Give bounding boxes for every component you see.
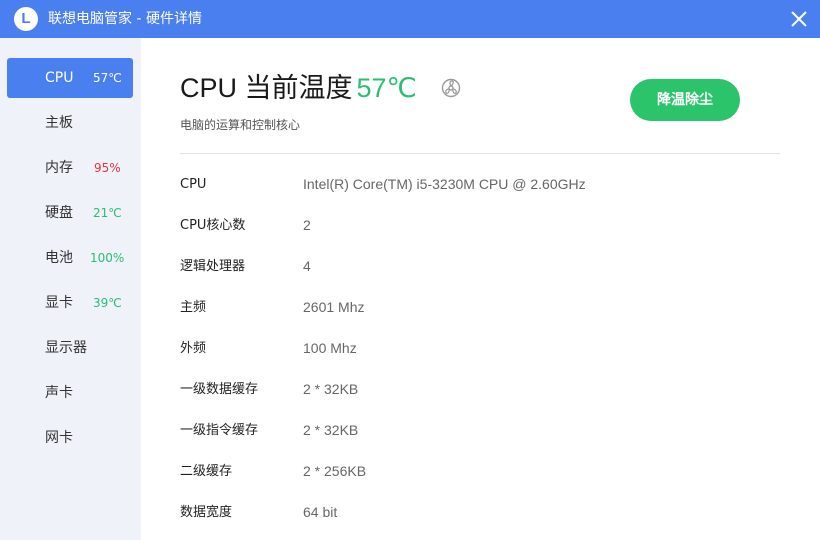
- detail-row-data-width: 数据宽度 64 bit: [180, 502, 740, 524]
- hardware-sidebar: CPU 57℃ 主板 内存 95% 硬盘 21℃ 电池 100% 显卡 39℃ …: [0, 38, 141, 540]
- cool-down-dust-button[interactable]: 降温除尘: [630, 79, 740, 121]
- detail-key: 一级指令缓存: [180, 423, 259, 438]
- page-subtitle: 电脑的运算和控制核心: [180, 118, 301, 132]
- sidebar-item-label: 电池: [45, 250, 73, 266]
- detail-value: 4: [303, 258, 311, 274]
- sidebar-item-memory[interactable]: 内存 95%: [7, 148, 133, 188]
- detail-row-base-frequency: 主频 2601 Mhz: [180, 297, 740, 319]
- sidebar-item-display[interactable]: 显示器: [7, 328, 133, 368]
- battery-level-badge: 100%: [90, 251, 125, 265]
- graphics-temperature-badge: 39℃: [93, 296, 122, 310]
- detail-key: 逻辑处理器: [180, 259, 246, 274]
- cpu-detail-panel: CPU 当前温度 57℃ 电脑的运算和控制核心 降温除尘 CPU Intel(R)…: [141, 38, 820, 540]
- close-icon[interactable]: [788, 8, 810, 30]
- detail-value: 64 bit: [303, 504, 338, 520]
- detail-key: 数据宽度: [180, 505, 233, 520]
- detail-value: 2 * 32KB: [303, 422, 359, 438]
- detail-row-l2-cache: 二级缓存 2 * 256KB: [180, 461, 740, 483]
- detail-row-core-count: CPU核心数 2: [180, 215, 740, 237]
- app-logo-icon: L: [14, 7, 38, 31]
- detail-value: 2601 Mhz: [303, 299, 365, 315]
- detail-row-l1-instruction-cache: 一级指令缓存 2 * 32KB: [180, 420, 740, 442]
- sidebar-item-label: 网卡: [45, 430, 73, 446]
- sidebar-item-motherboard[interactable]: 主板: [7, 103, 133, 143]
- divider: [180, 153, 780, 154]
- detail-key: CPU核心数: [180, 218, 246, 233]
- sidebar-item-label: 硬盘: [45, 205, 73, 221]
- detail-key: 一级数据缓存: [180, 382, 259, 397]
- detail-value: 2 * 256KB: [303, 463, 367, 479]
- detail-value: 2 * 32KB: [303, 381, 359, 397]
- sidebar-item-network-card[interactable]: 网卡: [7, 418, 133, 458]
- title-bar: L 联想电脑管家 - 硬件详情: [0, 0, 820, 38]
- sidebar-item-label: 显卡: [45, 295, 73, 311]
- detail-row-logical-processors: 逻辑处理器 4: [180, 256, 740, 278]
- cpu-temperature-badge: 57℃: [93, 71, 122, 85]
- app-logo-letter: L: [21, 10, 31, 27]
- sidebar-item-label: 主板: [45, 115, 73, 131]
- memory-usage-badge: 95%: [94, 161, 121, 175]
- sidebar-item-sound-card[interactable]: 声卡: [7, 373, 133, 413]
- page-title: CPU 当前温度 57℃: [180, 71, 417, 105]
- sidebar-item-label: 显示器: [45, 340, 87, 356]
- detail-key: 二级缓存: [180, 464, 233, 479]
- detail-value: Intel(R) Core(TM) i5-3230M CPU @ 2.60GHz: [303, 176, 586, 192]
- detail-row-external-frequency: 外频 100 Mhz: [180, 338, 740, 360]
- disk-temperature-badge: 21℃: [93, 206, 122, 220]
- sidebar-item-label: CPU: [45, 70, 74, 86]
- sidebar-item-label: 内存: [45, 160, 73, 176]
- sidebar-item-graphics[interactable]: 显卡 39℃: [7, 283, 133, 323]
- current-temperature: 57℃: [356, 73, 417, 103]
- detail-key: 主频: [180, 300, 207, 315]
- detail-key: 外频: [180, 341, 207, 356]
- detail-row-cpu-model: CPU Intel(R) Core(TM) i5-3230M CPU @ 2.6…: [180, 174, 740, 196]
- detail-value: 2: [303, 217, 311, 233]
- sidebar-item-label: 声卡: [45, 385, 73, 401]
- detail-row-l1-data-cache: 一级数据缓存 2 * 32KB: [180, 379, 740, 401]
- sidebar-item-cpu[interactable]: CPU 57℃: [7, 58, 133, 98]
- detail-key: CPU: [180, 177, 207, 192]
- window-title: 联想电脑管家 - 硬件详情: [48, 11, 202, 27]
- page-title-text: CPU 当前温度: [180, 73, 353, 103]
- sidebar-item-battery[interactable]: 电池 100%: [7, 238, 133, 278]
- fan-icon[interactable]: [439, 76, 463, 100]
- detail-value: 100 Mhz: [303, 340, 357, 356]
- sidebar-item-disk[interactable]: 硬盘 21℃: [7, 193, 133, 233]
